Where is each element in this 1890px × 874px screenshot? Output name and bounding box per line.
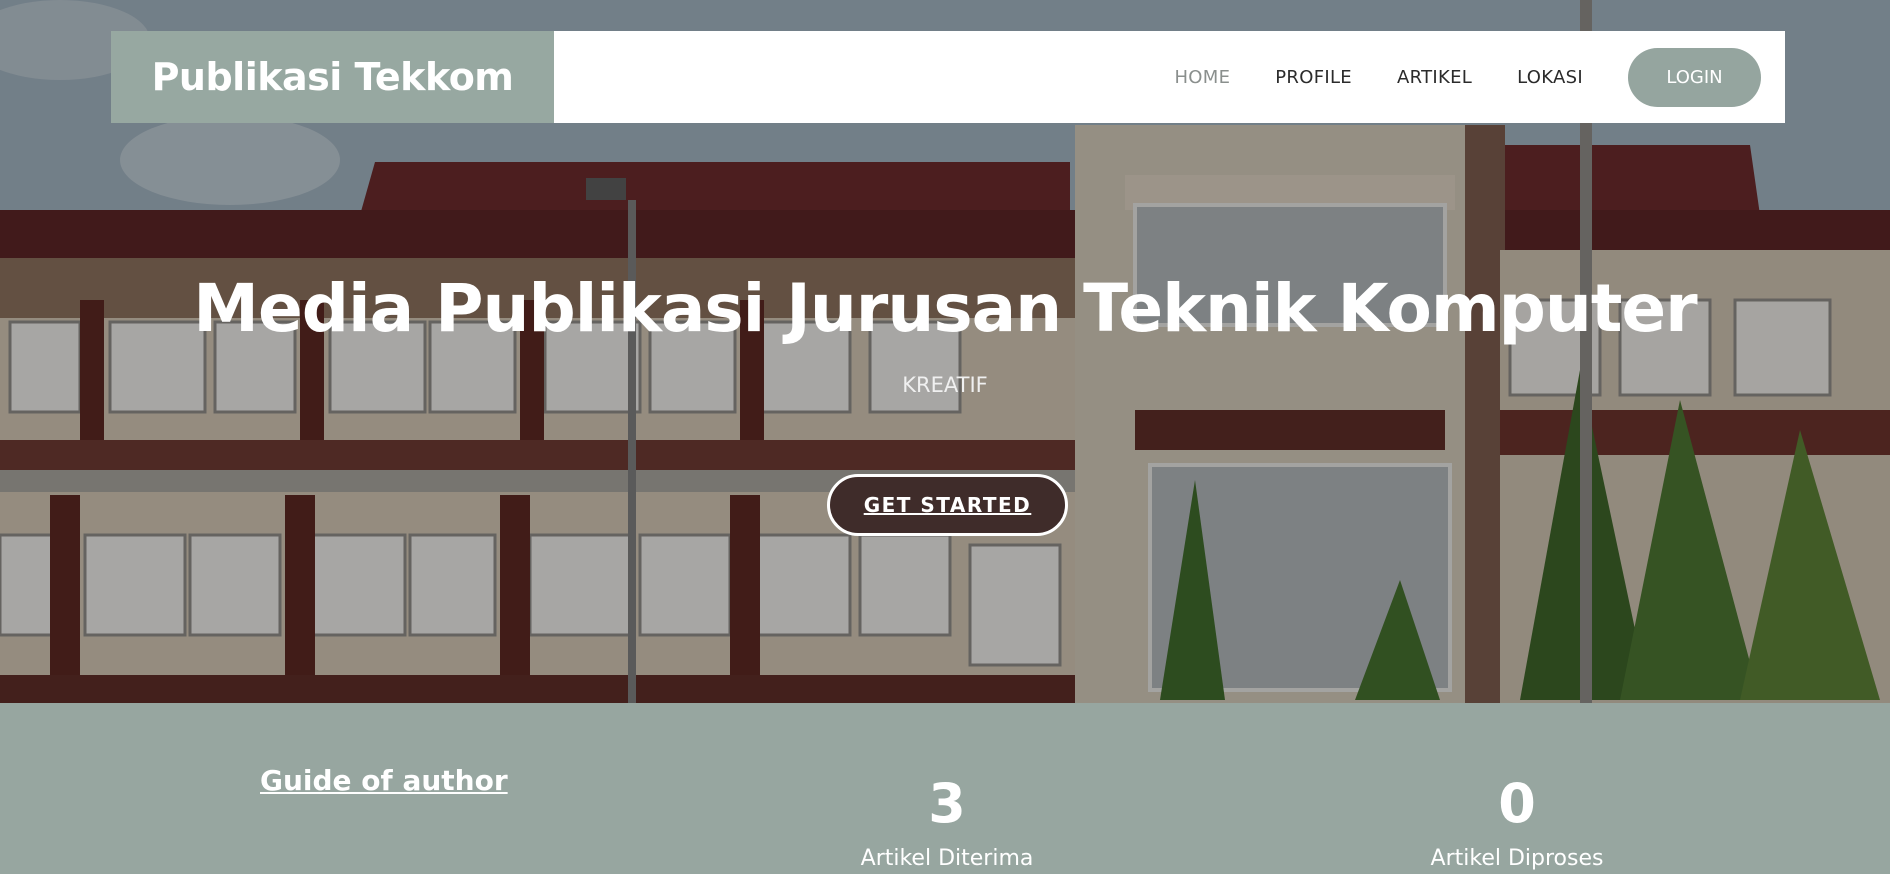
nav-item-home[interactable]: HOME — [1174, 67, 1230, 88]
stat-processed-label: Artikel Diproses — [1430, 846, 1604, 871]
nav-item-artikel[interactable]: ARTIKEL — [1397, 67, 1472, 88]
hero-subtitle: KREATIF — [902, 373, 988, 397]
stat-processed-count: 0 — [1498, 772, 1536, 835]
guide-of-author-link[interactable]: Guide of author — [260, 764, 508, 797]
get-started-button[interactable]: GET STARTED — [827, 474, 1068, 536]
login-button[interactable]: LOGIN — [1628, 47, 1761, 107]
nav-item-profile[interactable]: PROFILE — [1275, 67, 1352, 88]
stat-accepted-count: 3 — [928, 772, 966, 835]
stat-accepted-label: Artikel Diterima — [860, 846, 1034, 871]
main-nav: HOME PROFILE ARTIKEL LOKASI LOGIN — [554, 47, 1785, 107]
top-navbar: Publikasi Tekkom HOME PROFILE ARTIKEL LO… — [111, 31, 1785, 123]
hero-title: Media Publikasi Jurusan Teknik Komputer — [193, 270, 1697, 347]
brand-name: Publikasi Tekkom — [151, 55, 514, 99]
brand-logo[interactable]: Publikasi Tekkom — [111, 31, 554, 123]
nav-item-lokasi[interactable]: LOKASI — [1517, 67, 1583, 88]
